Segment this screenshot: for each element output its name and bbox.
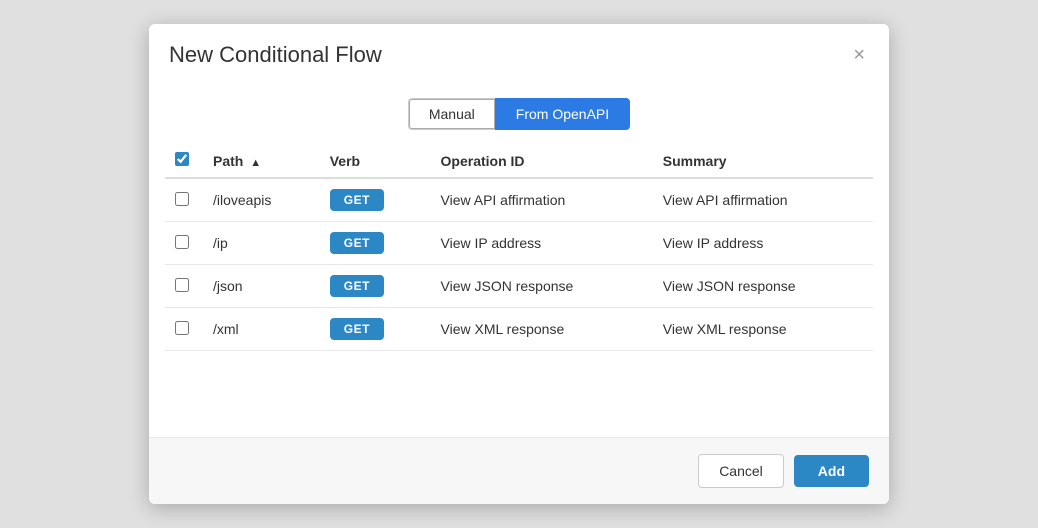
row-verb: GET — [318, 265, 429, 308]
col-path: Path ▲ — [201, 144, 318, 178]
row-summary: View API affirmation — [651, 178, 873, 222]
row-summary: View XML response — [651, 308, 873, 351]
tab-manual[interactable]: Manual — [408, 98, 495, 130]
verb-badge: GET — [330, 232, 384, 254]
dialog-body: Manual From OpenAPI Path ▲ Verb Operatio… — [149, 82, 889, 437]
new-conditional-flow-dialog: New Conditional Flow × Manual From OpenA… — [149, 24, 889, 504]
row-path: /iloveapis — [201, 178, 318, 222]
row-verb: GET — [318, 308, 429, 351]
row-checkbox-cell — [165, 222, 201, 265]
row-path: /xml — [201, 308, 318, 351]
row-checkbox-cell — [165, 265, 201, 308]
row-operation-id: View XML response — [429, 308, 651, 351]
dialog-title: New Conditional Flow — [169, 42, 382, 68]
table-row: /iloveapis GET View API affirmation View… — [165, 178, 873, 222]
row-checkbox-1[interactable] — [175, 235, 189, 249]
row-path: /ip — [201, 222, 318, 265]
row-checkbox-cell — [165, 308, 201, 351]
cancel-button[interactable]: Cancel — [698, 454, 784, 488]
dialog-header: New Conditional Flow × — [149, 24, 889, 82]
row-verb: GET — [318, 222, 429, 265]
table-row: /ip GET View IP address View IP address — [165, 222, 873, 265]
table-body: /iloveapis GET View API affirmation View… — [165, 178, 873, 351]
table-header-row: Path ▲ Verb Operation ID Summary — [165, 144, 873, 178]
row-verb: GET — [318, 178, 429, 222]
row-summary: View IP address — [651, 222, 873, 265]
row-checkbox-3[interactable] — [175, 321, 189, 335]
col-operation-id: Operation ID — [429, 144, 651, 178]
col-verb: Verb — [318, 144, 429, 178]
verb-badge: GET — [330, 318, 384, 340]
api-table: Path ▲ Verb Operation ID Summary /ilovea… — [165, 144, 873, 351]
row-operation-id: View JSON response — [429, 265, 651, 308]
add-button[interactable]: Add — [794, 455, 869, 487]
col-summary: Summary — [651, 144, 873, 178]
row-checkbox-0[interactable] — [175, 192, 189, 206]
api-table-wrapper: Path ▲ Verb Operation ID Summary /ilovea… — [149, 144, 889, 437]
row-summary: View JSON response — [651, 265, 873, 308]
select-all-checkbox[interactable] — [175, 152, 189, 166]
tab-from-openapi[interactable]: From OpenAPI — [495, 98, 630, 130]
table-row: /json GET View JSON response View JSON r… — [165, 265, 873, 308]
row-operation-id: View API affirmation — [429, 178, 651, 222]
verb-badge: GET — [330, 275, 384, 297]
close-button[interactable]: × — [849, 43, 869, 67]
select-all-col — [165, 144, 201, 178]
row-path: /json — [201, 265, 318, 308]
tab-row: Manual From OpenAPI — [149, 82, 889, 144]
row-checkbox-cell — [165, 178, 201, 222]
row-checkbox-2[interactable] — [175, 278, 189, 292]
sort-arrow: ▲ — [250, 157, 261, 169]
dialog-footer: Cancel Add — [149, 437, 889, 504]
table-row: /xml GET View XML response View XML resp… — [165, 308, 873, 351]
row-operation-id: View IP address — [429, 222, 651, 265]
verb-badge: GET — [330, 189, 384, 211]
